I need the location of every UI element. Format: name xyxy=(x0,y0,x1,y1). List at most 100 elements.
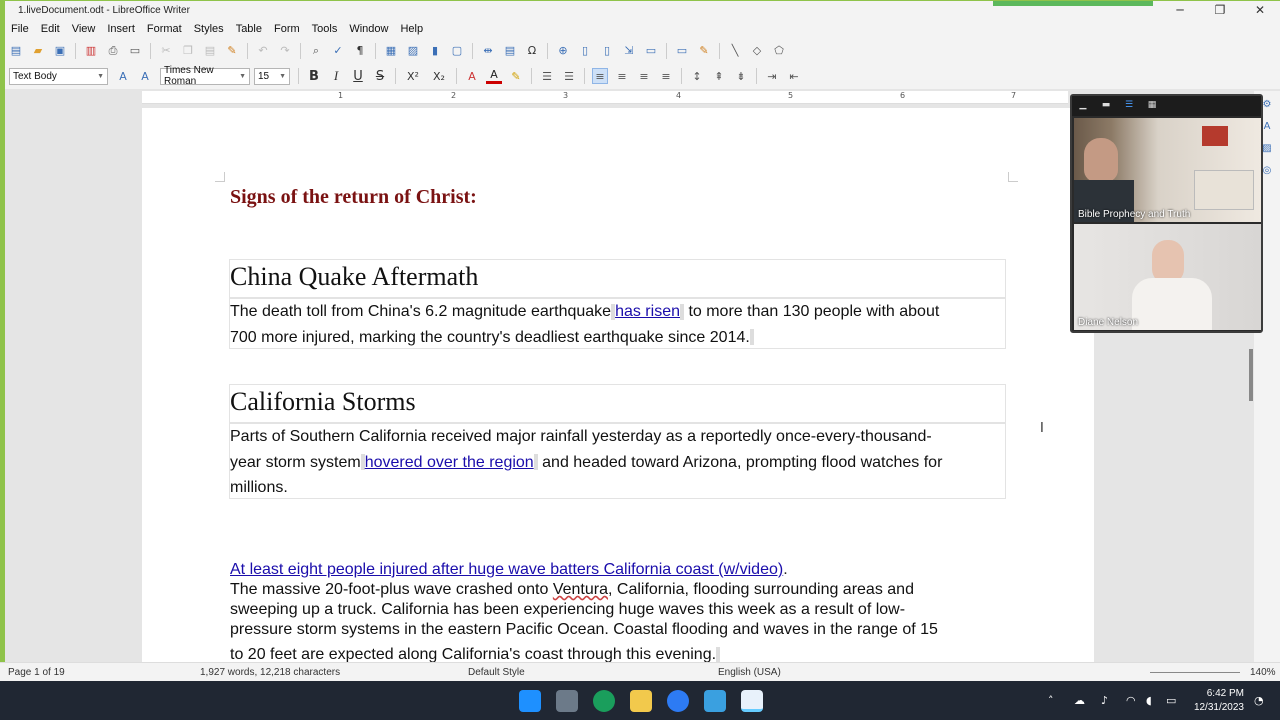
zoom-level[interactable]: 140% xyxy=(1250,667,1276,678)
new-style-icon[interactable]: A xyxy=(137,68,153,84)
insert-textbox-icon[interactable]: ▢ xyxy=(449,43,465,59)
font-name-select[interactable]: Times New Roman ▼ xyxy=(160,65,250,87)
page-break-icon[interactable]: ⇹ xyxy=(480,43,496,59)
footnote-icon[interactable]: ▯ xyxy=(577,43,593,59)
decrease-indent-icon[interactable]: ⇤ xyxy=(786,68,802,84)
clone-formatting-icon[interactable]: ✎ xyxy=(224,43,240,59)
clear-formatting-icon[interactable]: A xyxy=(464,68,480,84)
highlight-color-icon[interactable]: ✎ xyxy=(508,68,524,84)
menu-form[interactable]: Form xyxy=(268,23,306,35)
menu-table[interactable]: Table xyxy=(230,23,268,35)
find-replace-icon[interactable]: ⌕ xyxy=(308,43,324,59)
insert-table-icon[interactable]: ▦ xyxy=(383,43,399,59)
comment-icon[interactable]: ▭ xyxy=(674,43,690,59)
justify-button[interactable]: ≡ xyxy=(658,68,674,84)
endnote-icon[interactable]: ▯ xyxy=(599,43,615,59)
bookmark-icon[interactable]: ⇲ xyxy=(621,43,637,59)
print-preview-icon[interactable]: ▭ xyxy=(127,43,143,59)
decrease-spacing-icon[interactable]: ⇟ xyxy=(733,68,749,84)
hovered-over-region-link[interactable]: hovered over the region xyxy=(365,454,534,471)
minimize-video-icon[interactable]: ▁ xyxy=(1076,100,1090,112)
cut-icon[interactable]: ✂ xyxy=(158,43,174,59)
store-icon[interactable] xyxy=(704,690,726,712)
font-color-icon[interactable]: A xyxy=(486,68,502,84)
vertical-scrollbar-thumb[interactable] xyxy=(1249,349,1253,401)
clock[interactable]: 6:42 PM 12/31/2023 xyxy=(1194,687,1244,715)
task-view-icon[interactable] xyxy=(556,690,578,712)
print-icon[interactable]: ⎙ xyxy=(105,43,121,59)
participant-tile[interactable]: Bible Prophecy and Truth xyxy=(1074,118,1261,222)
strikethrough-button[interactable]: S xyxy=(372,68,388,84)
horizontal-ruler[interactable]: 1 2 3 4 5 6 7 xyxy=(142,91,1068,104)
line-spacing-icon[interactable]: ↕ xyxy=(689,68,705,84)
increase-indent-icon[interactable]: ⇥ xyxy=(764,68,780,84)
document-page[interactable]: Signs of the return of Christ: China Qua… xyxy=(142,108,1094,668)
menu-file[interactable]: File xyxy=(5,23,35,35)
align-center-button[interactable]: ≡ xyxy=(614,68,630,84)
menu-window[interactable]: Window xyxy=(343,23,394,35)
paragraph-style-select[interactable]: Text Body ▼ xyxy=(9,67,108,85)
numbered-list-icon[interactable]: ☰ xyxy=(561,68,577,84)
article-headline-link[interactable]: At least eight people injured after huge… xyxy=(230,561,783,578)
new-document-icon[interactable]: ▤ xyxy=(8,43,24,59)
speaker-icon[interactable]: ◖ xyxy=(1146,694,1152,707)
start-icon[interactable] xyxy=(519,690,541,712)
restore-button[interactable]: ❐ xyxy=(1200,1,1240,19)
insert-image-icon[interactable]: ▨ xyxy=(405,43,421,59)
insert-chart-icon[interactable]: ▮ xyxy=(427,43,443,59)
participant-tile[interactable]: Diane Nelson xyxy=(1074,224,1261,330)
menu-help[interactable]: Help xyxy=(394,23,429,35)
menu-tools[interactable]: Tools xyxy=(306,23,344,35)
has-risen-link[interactable]: has risen xyxy=(615,303,680,320)
align-left-button[interactable]: ≡ xyxy=(592,68,608,84)
bold-button[interactable]: B xyxy=(306,68,322,84)
subscript-button[interactable]: X₂ xyxy=(429,68,449,84)
video-call-panel[interactable]: ▁ ▬ ☰ ▦ Bible Prophecy and Truth Diane N… xyxy=(1070,94,1263,333)
bullet-list-icon[interactable]: ☰ xyxy=(539,68,555,84)
misspelled-word[interactable]: Ventura xyxy=(553,581,608,598)
font-size-select[interactable]: 15 ▼ xyxy=(254,67,290,85)
align-right-button[interactable]: ≡ xyxy=(636,68,652,84)
insert-field-icon[interactable]: ▤ xyxy=(502,43,518,59)
copy-icon[interactable]: ❐ xyxy=(180,43,196,59)
close-button[interactable]: ✕ xyxy=(1240,1,1280,19)
zoom-slider[interactable] xyxy=(1150,672,1240,673)
insert-line-icon[interactable]: ╲ xyxy=(727,43,743,59)
wifi-icon[interactable]: ◠ xyxy=(1126,694,1136,707)
stop-video-icon[interactable]: ▬ xyxy=(1099,100,1113,112)
hyperlink-icon[interactable]: ⊕ xyxy=(555,43,571,59)
update-style-icon[interactable]: A xyxy=(115,68,131,84)
menu-insert[interactable]: Insert xyxy=(101,23,141,35)
redo-icon[interactable]: ↷ xyxy=(277,43,293,59)
cross-reference-icon[interactable]: ▭ xyxy=(643,43,659,59)
zoom-app-icon[interactable] xyxy=(667,690,689,712)
edge-browser-icon[interactable] xyxy=(593,690,615,712)
basic-shapes-icon[interactable]: ◇ xyxy=(749,43,765,59)
word-count[interactable]: 1,927 words, 12,218 characters xyxy=(200,667,340,678)
chevron-up-icon[interactable]: ˄ xyxy=(1048,694,1054,707)
spelling-icon[interactable]: ✓ xyxy=(330,43,346,59)
undo-icon[interactable]: ↶ xyxy=(255,43,271,59)
italic-button[interactable]: I xyxy=(328,68,344,84)
page-style[interactable]: Default Style xyxy=(468,667,525,678)
notification-bell-icon[interactable]: ◔ xyxy=(1254,694,1264,707)
increase-spacing-icon[interactable]: ⇞ xyxy=(711,68,727,84)
page-count[interactable]: Page 1 of 19 xyxy=(8,667,65,678)
formatting-marks-icon[interactable]: ¶ xyxy=(352,43,368,59)
cloud-icon[interactable]: ☁ xyxy=(1074,694,1085,707)
open-folder-icon[interactable]: ▰ xyxy=(30,43,46,59)
superscript-button[interactable]: X² xyxy=(403,68,423,84)
export-pdf-icon[interactable]: ▥ xyxy=(83,43,99,59)
speaker-view-icon[interactable]: ☰ xyxy=(1122,100,1136,112)
paste-icon[interactable]: ▤ xyxy=(202,43,218,59)
draw-functions-icon[interactable]: ⬠ xyxy=(771,43,787,59)
minimize-button[interactable]: ─ xyxy=(1160,1,1200,19)
menu-edit[interactable]: Edit xyxy=(35,23,66,35)
save-icon[interactable]: ▣ xyxy=(52,43,68,59)
menu-format[interactable]: Format xyxy=(141,23,188,35)
menu-styles[interactable]: Styles xyxy=(188,23,230,35)
battery-icon[interactable]: ▭ xyxy=(1166,694,1176,707)
document-area[interactable]: Signs of the return of Christ: China Qua… xyxy=(5,104,1254,668)
document-language[interactable]: English (USA) xyxy=(718,667,781,678)
libreoffice-writer-icon[interactable] xyxy=(741,690,763,712)
